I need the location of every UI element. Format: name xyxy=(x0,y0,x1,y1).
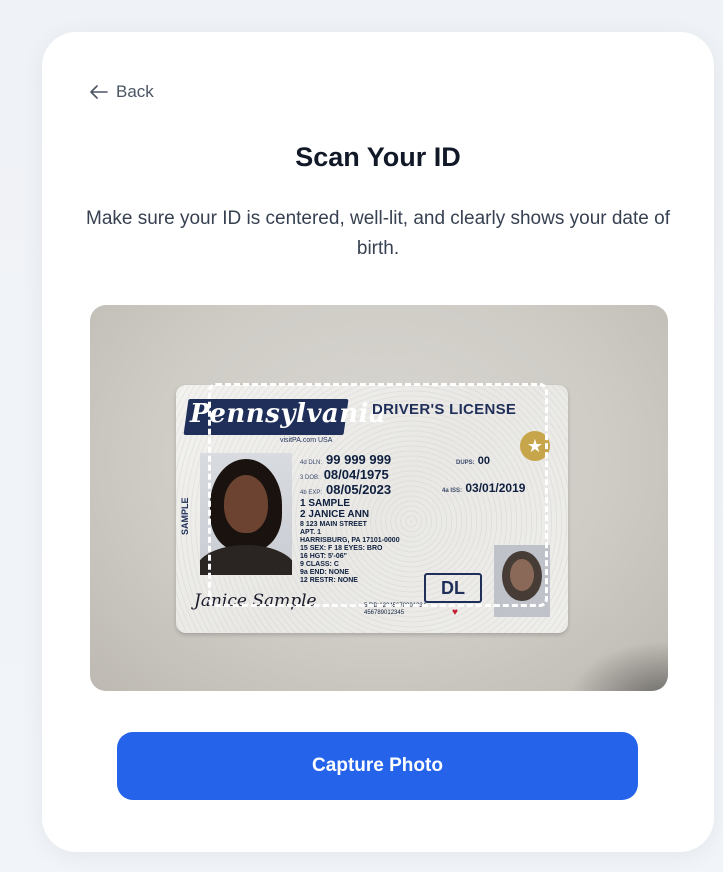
side-text: SAMPLE xyxy=(180,497,190,535)
back-link[interactable]: Back xyxy=(90,82,154,102)
page-title: Scan Your ID xyxy=(295,142,461,172)
preview-shadow xyxy=(568,641,668,691)
scan-guide-frame xyxy=(208,383,548,607)
capture-photo-button[interactable]: Capture Photo xyxy=(117,732,638,800)
arrow-left-icon xyxy=(90,85,108,99)
camera-preview: Pennsylvania visitPA.com USA DRIVER'S LI… xyxy=(90,305,668,691)
dd-line-2: 456789012345 xyxy=(364,609,405,616)
page-subtitle: Make sure your ID is centered, well-lit,… xyxy=(86,208,670,259)
back-label: Back xyxy=(116,82,154,101)
scan-id-card: Back Scan Your ID Make sure your ID is c… xyxy=(42,32,714,852)
heart-icon: ♥ xyxy=(452,607,458,618)
